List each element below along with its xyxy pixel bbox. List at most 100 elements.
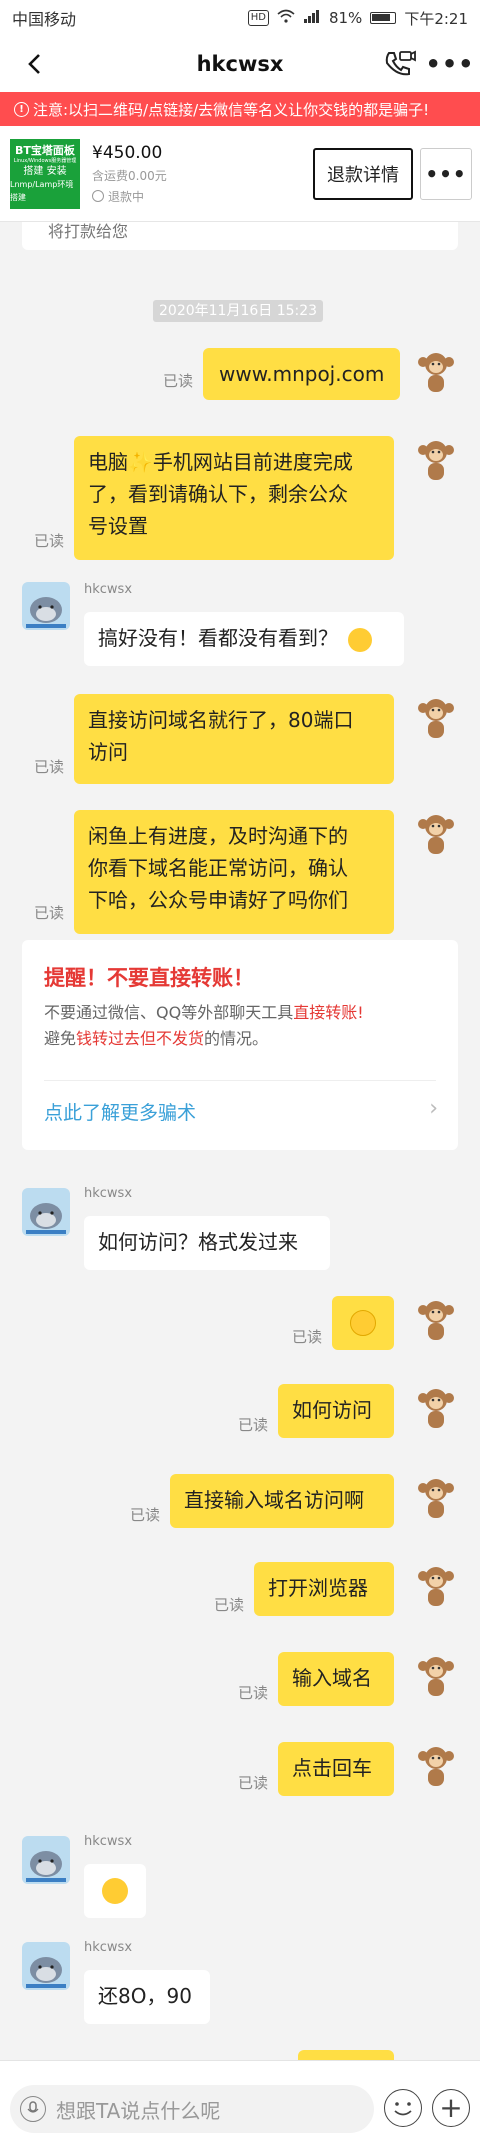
- monkey-avatar-icon: [412, 1652, 460, 1700]
- read-receipt: 已读: [34, 758, 65, 776]
- my-emoji-bubble[interactable]: [332, 1296, 394, 1350]
- message-line: 了，看到请确认下，剩余公众: [88, 482, 348, 506]
- contact-avatar-seal[interactable]: [22, 1188, 70, 1236]
- contact-message-bubble[interactable]: 如何访问？格式发过来: [84, 1216, 330, 1270]
- my-message-bubble[interactable]: 如何访问: [278, 1384, 394, 1438]
- carrier-label: 中国移动: [12, 10, 77, 29]
- battery-percent: 81%: [328, 9, 363, 27]
- clock-time: 下午2:21: [404, 9, 468, 28]
- monkey-avatar-icon: [412, 1562, 460, 1610]
- chevron-left-icon: [28, 54, 40, 74]
- signal-icon: [303, 9, 321, 27]
- contact-avatar-seal[interactable]: [22, 1836, 70, 1884]
- contact-avatar-seal[interactable]: [22, 1942, 70, 1990]
- my-avatar-monkey[interactable]: [412, 694, 460, 742]
- my-avatar-monkey[interactable]: [412, 348, 460, 396]
- laughing-emoji-icon: [102, 1878, 128, 1904]
- read-receipt: 已读: [214, 1596, 245, 1614]
- my-message-bubble-partial[interactable]: [298, 2050, 394, 2060]
- product-info: ¥450.00 含运费0.00元 退款中: [92, 143, 167, 205]
- read-receipt: 已读: [238, 1684, 269, 1702]
- notice-text: 避免: [44, 1029, 77, 1048]
- my-avatar-monkey[interactable]: [412, 1384, 460, 1432]
- product-price: ¥450.00: [92, 142, 163, 163]
- monkey-avatar-icon: [412, 1296, 460, 1344]
- order-product-bar[interactable]: BT宝塔面板 Linux/Windows服务器管理 搭建 安装 Lnmp/Lam…: [0, 126, 480, 222]
- monkey-avatar-icon: [412, 348, 460, 396]
- product-thumbnail[interactable]: BT宝塔面板 Linux/Windows服务器管理 搭建 安装 Lnmp/Lam…: [10, 138, 80, 209]
- plus-icon: +: [439, 2091, 463, 2124]
- emoji-button[interactable]: [384, 2089, 422, 2127]
- read-receipt: 已读: [238, 1774, 269, 1792]
- message-line: 号设置: [88, 514, 148, 538]
- call-button[interactable]: [380, 46, 420, 82]
- order-status: 退款中: [92, 188, 167, 205]
- more-dots-icon: •••: [425, 162, 467, 186]
- chevron-right-icon[interactable]: ›: [429, 1096, 438, 1121]
- my-avatar-monkey[interactable]: [412, 1742, 460, 1790]
- more-dots-icon: •••: [425, 50, 475, 78]
- message-line: 电脑✨手机网站目前进度完成: [88, 450, 353, 474]
- message-line: 你看下域名能正常访问，确认: [88, 856, 348, 880]
- my-avatar-monkey[interactable]: [412, 1562, 460, 1610]
- sender-name: hkcwsx: [84, 1940, 133, 1955]
- read-receipt: 已读: [34, 532, 65, 550]
- message-input-bar: 想跟TA说点什么呢 +: [0, 2060, 480, 2153]
- my-message-bubble[interactable]: 直接输入域名访问啊: [170, 1474, 394, 1528]
- contact-emoji-bubble[interactable]: [84, 1864, 146, 1918]
- battery-icon: [370, 12, 397, 24]
- my-message-bubble[interactable]: 电脑✨手机网站目前进度完成 了，看到请确认下，剩余公众 号设置: [74, 436, 394, 560]
- system-message-card: 将打款给您: [22, 222, 458, 250]
- scam-warning-banner: ! 注意:以扫二维码/点链接/去微信等名义让你交钱的都是骗子!: [0, 92, 480, 126]
- my-avatar-monkey[interactable]: [412, 1474, 460, 1522]
- more-options-button[interactable]: •••: [425, 46, 473, 82]
- order-status-label: 退款中: [108, 189, 145, 204]
- monkey-avatar-icon: [412, 810, 460, 858]
- sender-name: hkcwsx: [84, 1834, 133, 1849]
- notice-text: 的情况。: [204, 1029, 269, 1048]
- add-attachment-button[interactable]: +: [432, 2089, 470, 2127]
- nav-bar: hkcwsx •••: [0, 36, 480, 92]
- my-avatar-monkey[interactable]: [412, 1652, 460, 1700]
- read-receipt: 已读: [163, 372, 194, 390]
- read-receipt: 已读: [130, 1506, 161, 1524]
- laughing-emoji-icon: [348, 627, 373, 652]
- message-text: 搞好没有！看都没有看到？: [98, 626, 338, 650]
- my-avatar-monkey[interactable]: [412, 1296, 460, 1344]
- learn-more-scams-link[interactable]: 点此了解更多骗术: [44, 1098, 196, 1125]
- chat-timestamp: 2020年11月16日 15:23: [153, 300, 324, 322]
- my-message-bubble[interactable]: www.mnpoj.com: [203, 348, 401, 400]
- sender-name: hkcwsx: [84, 1186, 133, 1201]
- my-avatar-monkey[interactable]: [412, 436, 460, 484]
- my-message-bubble[interactable]: 输入域名: [278, 1652, 394, 1706]
- shipping-fee: 含运费0.00元: [92, 168, 167, 183]
- smiley-icon: [394, 2102, 412, 2116]
- microphone-icon[interactable]: [20, 2096, 46, 2122]
- seal-avatar-icon: [22, 1188, 70, 1236]
- message-line: 访问: [88, 740, 128, 764]
- monkey-avatar-icon: [412, 436, 460, 484]
- read-receipt: 已读: [238, 1416, 269, 1434]
- refund-details-button[interactable]: 退款详情: [313, 148, 413, 200]
- message-input[interactable]: 想跟TA说点什么呢: [10, 2085, 374, 2133]
- warning-text: 注意:以扫二维码/点链接/去微信等名义让你交钱的都是骗子!: [33, 100, 430, 119]
- sender-name: hkcwsx: [84, 582, 133, 597]
- contact-message-bubble[interactable]: 搞好没有！看都没有看到？: [84, 612, 404, 666]
- message-line: 直接访问域名就行了，80端口: [88, 708, 354, 732]
- product-more-button[interactable]: •••: [420, 148, 472, 200]
- my-message-bubble[interactable]: 点击回车: [278, 1742, 394, 1796]
- seal-avatar-icon: [22, 1836, 70, 1884]
- system-message-text: 将打款给您: [48, 222, 129, 241]
- sleepy-emoji-icon: [350, 1310, 376, 1336]
- scam-notice-card: 提醒！不要直接转账！ 不要通过微信、QQ等外部聊天工具直接转账! 避免钱转过去但…: [22, 940, 458, 1150]
- contact-message-bubble[interactable]: 还8O，90: [84, 1970, 210, 2024]
- notice-title: 提醒！不要直接转账！: [44, 966, 254, 990]
- my-avatar-monkey[interactable]: [412, 810, 460, 858]
- back-button[interactable]: [16, 46, 52, 82]
- contact-avatar-seal[interactable]: [22, 582, 70, 630]
- my-message-bubble[interactable]: 打开浏览器: [254, 1562, 394, 1616]
- my-message-bubble[interactable]: 闲鱼上有进度，及时沟通下的 你看下域名能正常访问，确认 下哈，公众号申请好了吗你…: [74, 810, 394, 934]
- my-message-bubble[interactable]: 直接访问域名就行了，80端口 访问: [74, 694, 394, 784]
- chat-message-list[interactable]: 将打款给您 2020年11月16日 15:23 已读 www.mnpoj.com…: [0, 222, 480, 2060]
- divider: [44, 1080, 436, 1081]
